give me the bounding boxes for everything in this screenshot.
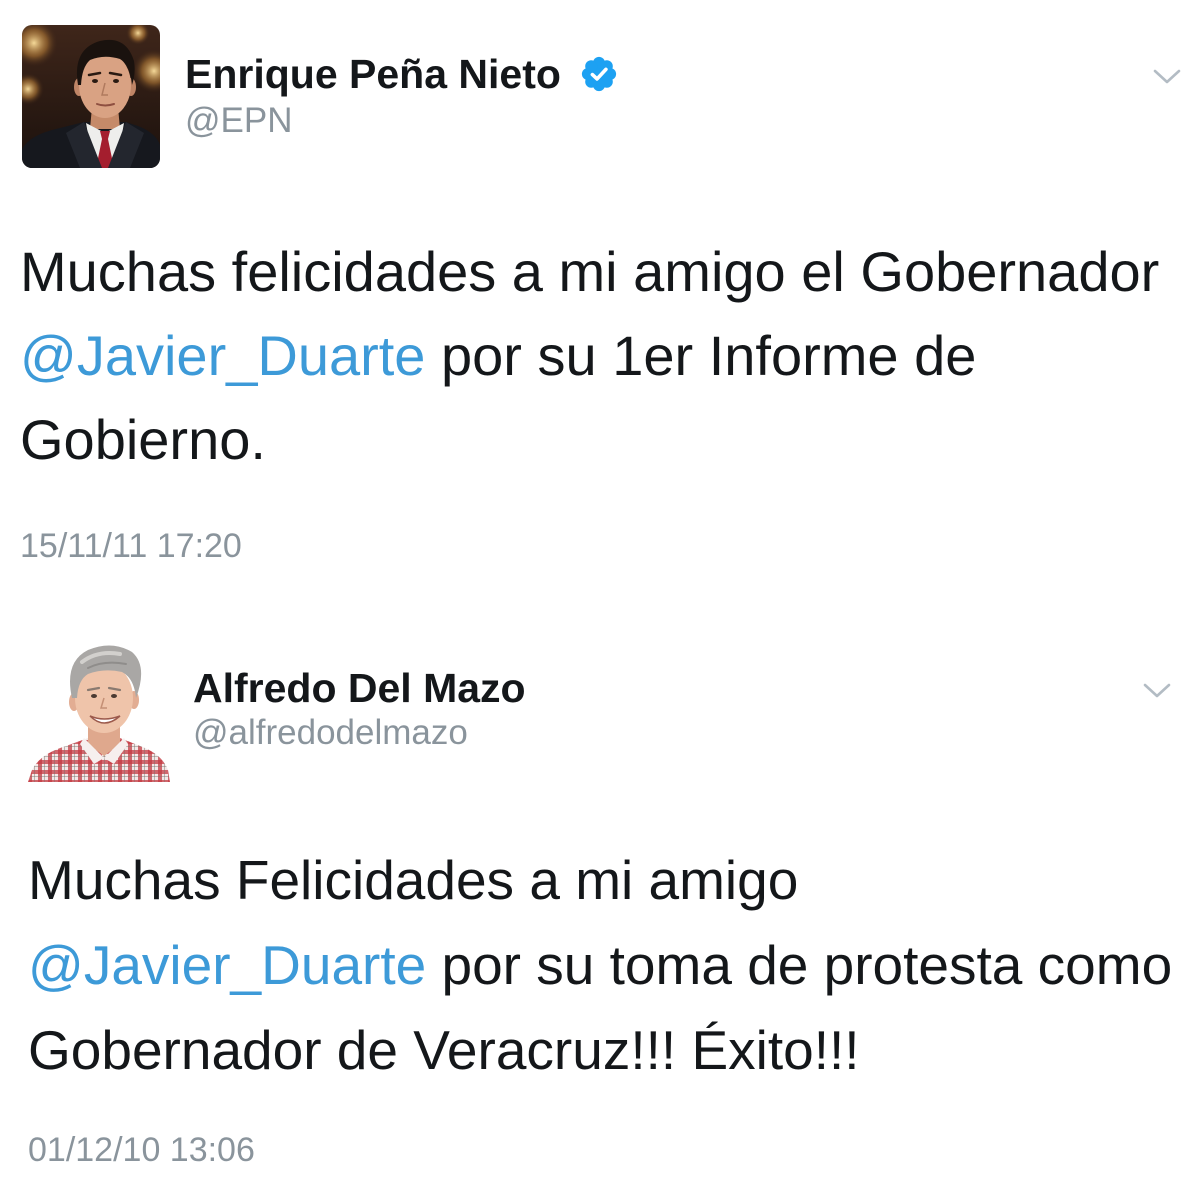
tweet-text-line: @Javier_Duarte por su 1er Informe de <box>20 314 1159 398</box>
more-options-button[interactable] <box>1142 682 1172 700</box>
tweet-timestamp[interactable]: 15/11/11 17:20 <box>20 526 242 566</box>
author-name[interactable]: Enrique Peña Nieto <box>185 50 561 98</box>
author-handle[interactable]: @EPN <box>185 100 293 142</box>
author-avatar[interactable] <box>22 25 160 168</box>
chevron-down-icon <box>1143 683 1171 698</box>
more-options-button[interactable] <box>1152 68 1182 86</box>
mention-link[interactable]: @Javier_Duarte <box>28 934 426 996</box>
chevron-down-icon <box>1153 69 1181 84</box>
tweet-text-line: @Javier_Duarte por su toma de protesta c… <box>28 923 1172 1008</box>
tweet-text-line: Gobierno. <box>20 408 266 471</box>
tweet-text-line: Muchas Felicidades a mi amigo <box>28 849 799 911</box>
author-name[interactable]: Alfredo Del Mazo <box>193 664 526 712</box>
tweet: Alfredo Del Mazo @alfredodelmazo Muchas … <box>0 600 1200 1200</box>
verified-badge-icon <box>581 56 617 92</box>
tweet-timestamp[interactable]: 01/12/10 13:06 <box>28 1130 255 1170</box>
profile-photo <box>22 25 160 168</box>
mention-link[interactable]: @Javier_Duarte <box>20 324 425 387</box>
tweet-text-segment: por su toma de protesta como <box>441 934 1173 996</box>
tweet-text-line: Muchas felicidades a mi amigo el Goberna… <box>20 240 1160 303</box>
tweet-text: Muchas Felicidades a mi amigo @Javier_Du… <box>28 838 1172 1093</box>
tweet-text: Muchas felicidades a mi amigo el Goberna… <box>20 230 1159 482</box>
author-avatar[interactable] <box>28 640 170 782</box>
tweet: Enrique Peña Nieto @EPN Muchas felicidad… <box>0 0 1200 600</box>
tweet-header: Alfredo Del Mazo <box>193 664 526 712</box>
tweet-text-segment: por su 1er Informe de <box>441 324 977 387</box>
profile-photo <box>28 645 170 782</box>
tweet-text-line: Gobernador de Veracruz!!! Éxito!!! <box>28 1019 860 1081</box>
author-handle[interactable]: @alfredodelmazo <box>193 712 468 754</box>
tweet-header: Enrique Peña Nieto <box>185 50 617 98</box>
